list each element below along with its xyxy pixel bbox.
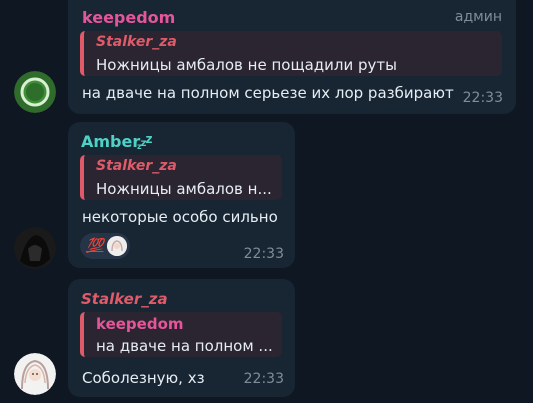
reply-quote[interactable]: keepedom на дваче на полном ...	[80, 312, 282, 357]
sender-name[interactable]: keepedom	[82, 8, 175, 27]
reply-quote[interactable]: Stalker_za Ножницы амбалов не пощадили р…	[80, 31, 502, 76]
avatar-keepedom[interactable]	[14, 71, 56, 113]
reply-author: keepedom	[96, 315, 184, 333]
message-bubble-2: Amber zzz Stalker_za Ножницы амбалов н..…	[68, 122, 295, 268]
sender-name[interactable]: Stalker_za	[81, 290, 168, 308]
message-bubble-1: keepedom админ Stalker_za Ножницы амбало…	[68, 0, 516, 114]
message-text: на дваче на полном серьезе их лор разбир…	[82, 84, 454, 102]
message-text: Соболезную, хз	[82, 369, 205, 387]
reply-text: на дваче на полном ...	[96, 337, 273, 355]
sender-name[interactable]: Amber	[81, 132, 140, 151]
avatar-stalker[interactable]	[14, 353, 56, 395]
zzz-icon: zzz	[137, 132, 152, 151]
message-bubble-3: Stalker_za keepedom на дваче на полном .…	[68, 279, 295, 397]
reply-author: Stalker_za	[96, 34, 177, 50]
reply-text: Ножницы амбалов н...	[96, 180, 272, 198]
avatar-amber[interactable]	[14, 227, 56, 269]
message-time: 22:33	[243, 371, 284, 387]
message-time: 22:33	[243, 246, 284, 262]
reply-text: Ножницы амбалов не пощадили руты	[96, 56, 397, 74]
reply-quote[interactable]: Stalker_za Ножницы амбалов н...	[80, 155, 282, 200]
reactor-avatar	[107, 236, 128, 256]
admin-badge: админ	[454, 9, 502, 25]
reaction-chip[interactable]: 💯	[80, 233, 131, 259]
reply-author: Stalker_za	[96, 158, 177, 174]
message-text: некоторые особо сильно	[82, 208, 278, 226]
message-time: 22:33	[462, 90, 503, 106]
hundred-points-icon: 💯	[86, 238, 104, 254]
